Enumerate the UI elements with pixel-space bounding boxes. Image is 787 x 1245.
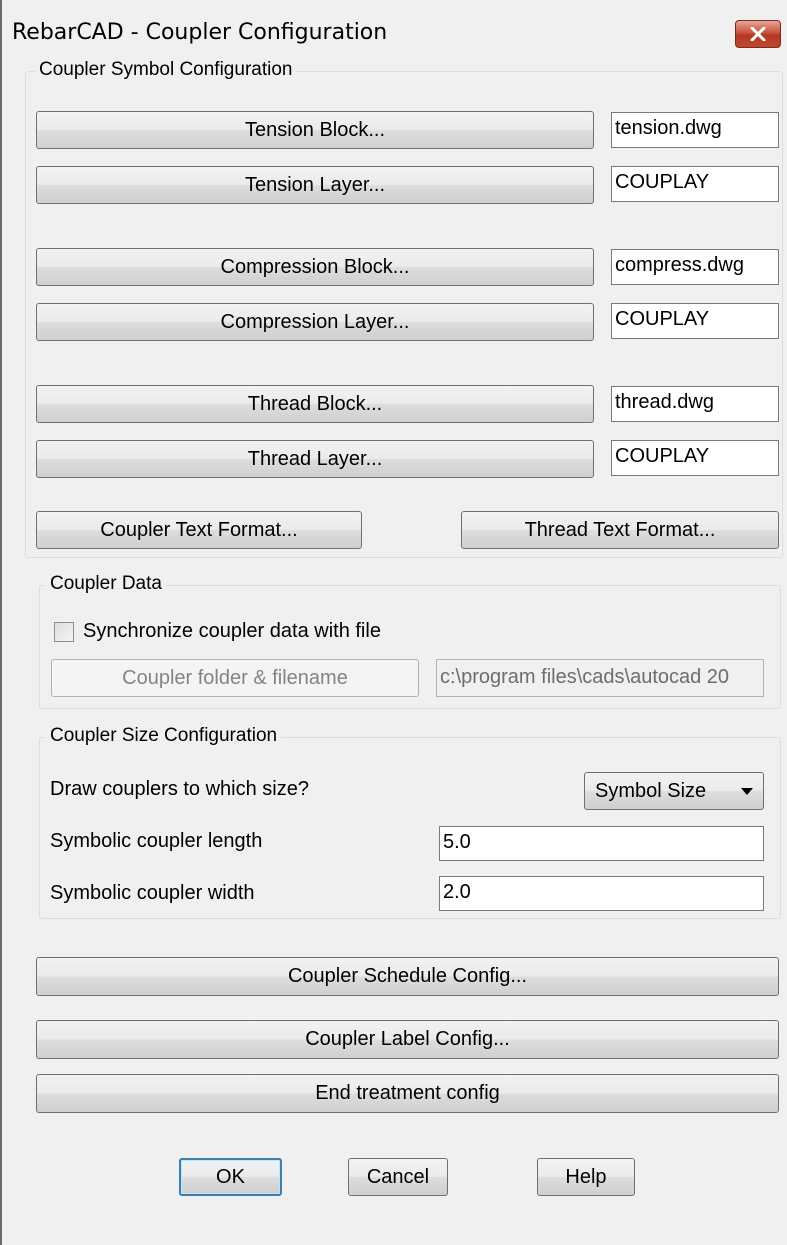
width-field[interactable]: 2.0 (439, 876, 764, 911)
coupler-schedule-config-button[interactable]: Coupler Schedule Config... (36, 957, 779, 996)
size-config-legend: Coupler Size Configuration (46, 725, 282, 747)
thread-layer-field[interactable]: COUPLAY (611, 440, 779, 476)
thread-text-format-button[interactable]: Thread Text Format... (461, 511, 779, 549)
compression-layer-button[interactable]: Compression Layer... (36, 303, 594, 341)
thread-block-button[interactable]: Thread Block... (36, 385, 594, 423)
thread-block-field[interactable]: thread.dwg (611, 386, 779, 422)
sync-label[interactable]: Synchronize coupler data with file (83, 620, 381, 643)
compression-block-field[interactable]: compress.dwg (611, 249, 779, 285)
chevron-down-icon (741, 788, 753, 795)
compression-layer-field[interactable]: COUPLAY (611, 303, 779, 339)
tension-block-field[interactable]: tension.dwg (611, 112, 779, 148)
close-x-icon (750, 27, 766, 41)
coupler-label-config-button[interactable]: Coupler Label Config... (36, 1020, 779, 1059)
coupler-data-legend: Coupler Data (46, 573, 166, 595)
coupler-configuration-dialog: RebarCAD - Coupler Configuration Coupler… (0, 0, 787, 1245)
coupler-folder-path-field[interactable]: c:\program files\cads\autocad 20 (436, 659, 764, 697)
sync-checkbox[interactable] (54, 622, 74, 642)
thread-layer-button[interactable]: Thread Layer... (36, 440, 594, 478)
symbol-config-legend: Coupler Symbol Configuration (35, 59, 297, 81)
window-title: RebarCAD - Coupler Configuration (12, 20, 388, 45)
cancel-button[interactable]: Cancel (348, 1158, 448, 1196)
help-button[interactable]: Help (537, 1158, 635, 1196)
compression-block-button[interactable]: Compression Block... (36, 248, 594, 286)
close-button[interactable] (735, 20, 781, 48)
draw-size-value: Symbol Size (595, 779, 707, 802)
end-treatment-config-button[interactable]: End treatment config (36, 1074, 779, 1113)
length-field[interactable]: 5.0 (439, 826, 764, 861)
tension-layer-field[interactable]: COUPLAY (611, 166, 779, 202)
draw-size-select[interactable]: Symbol Size (584, 772, 764, 810)
ok-button[interactable]: OK (179, 1158, 282, 1196)
title-bar[interactable]: RebarCAD - Coupler Configuration (2, 0, 787, 66)
draw-size-label: Draw couplers to which size? (50, 778, 309, 800)
length-label: Symbolic coupler length (50, 830, 263, 852)
coupler-folder-button[interactable]: Coupler folder & filename (51, 659, 419, 697)
width-label: Symbolic coupler width (50, 882, 255, 904)
tension-layer-button[interactable]: Tension Layer... (36, 166, 594, 204)
coupler-text-format-button[interactable]: Coupler Text Format... (36, 511, 362, 549)
tension-block-button[interactable]: Tension Block... (36, 111, 594, 149)
